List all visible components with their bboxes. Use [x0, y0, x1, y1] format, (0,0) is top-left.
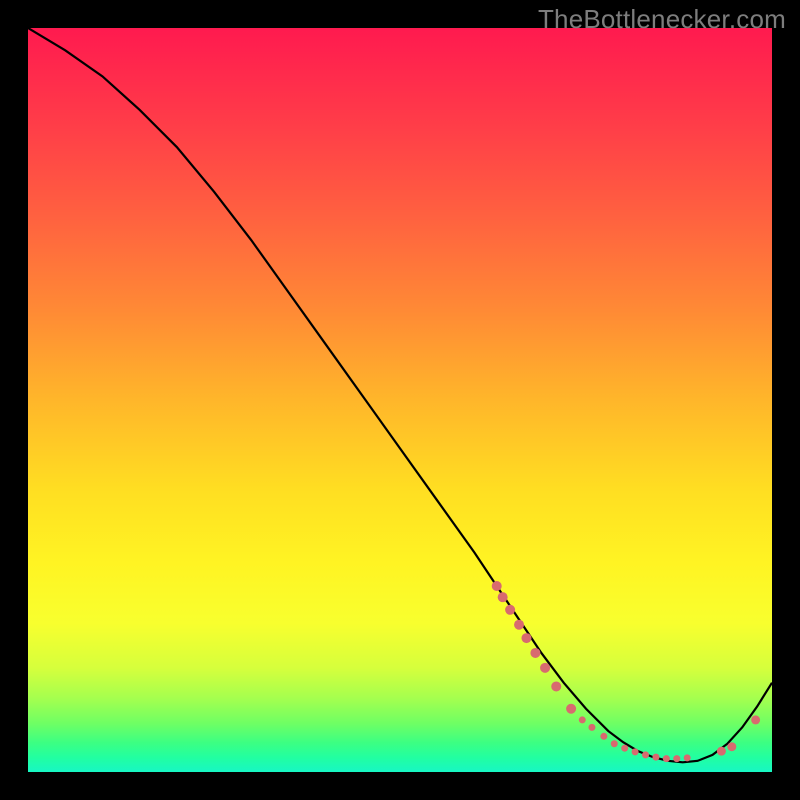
highlight-dot: [632, 748, 639, 755]
highlight-dot: [717, 747, 726, 756]
highlight-dot: [611, 740, 618, 747]
highlight-dot: [551, 681, 561, 691]
highlight-dot: [530, 648, 540, 658]
highlight-dot: [621, 745, 628, 752]
highlight-dot: [579, 716, 586, 723]
highlight-dot: [600, 733, 607, 740]
highlight-dot: [642, 751, 649, 758]
highlight-dot: [492, 581, 502, 591]
plot-area: [28, 28, 772, 772]
highlight-dot: [521, 633, 531, 643]
highlight-dot: [652, 754, 659, 761]
chart-svg: [28, 28, 772, 772]
chart-frame: TheBottlenecker.com: [0, 0, 800, 800]
highlight-dot: [588, 724, 595, 731]
watermark-text: TheBottlenecker.com: [538, 4, 786, 35]
gradient-background: [28, 28, 772, 772]
highlight-dot: [673, 755, 680, 762]
highlight-dot: [498, 592, 508, 602]
highlight-dot: [727, 742, 736, 751]
highlight-dot: [505, 605, 515, 615]
highlight-dot: [566, 704, 576, 714]
highlight-dot: [663, 755, 670, 762]
highlight-dot: [684, 754, 691, 761]
highlight-dot: [540, 663, 550, 673]
highlight-dot: [751, 715, 760, 724]
highlight-dot: [514, 620, 524, 630]
